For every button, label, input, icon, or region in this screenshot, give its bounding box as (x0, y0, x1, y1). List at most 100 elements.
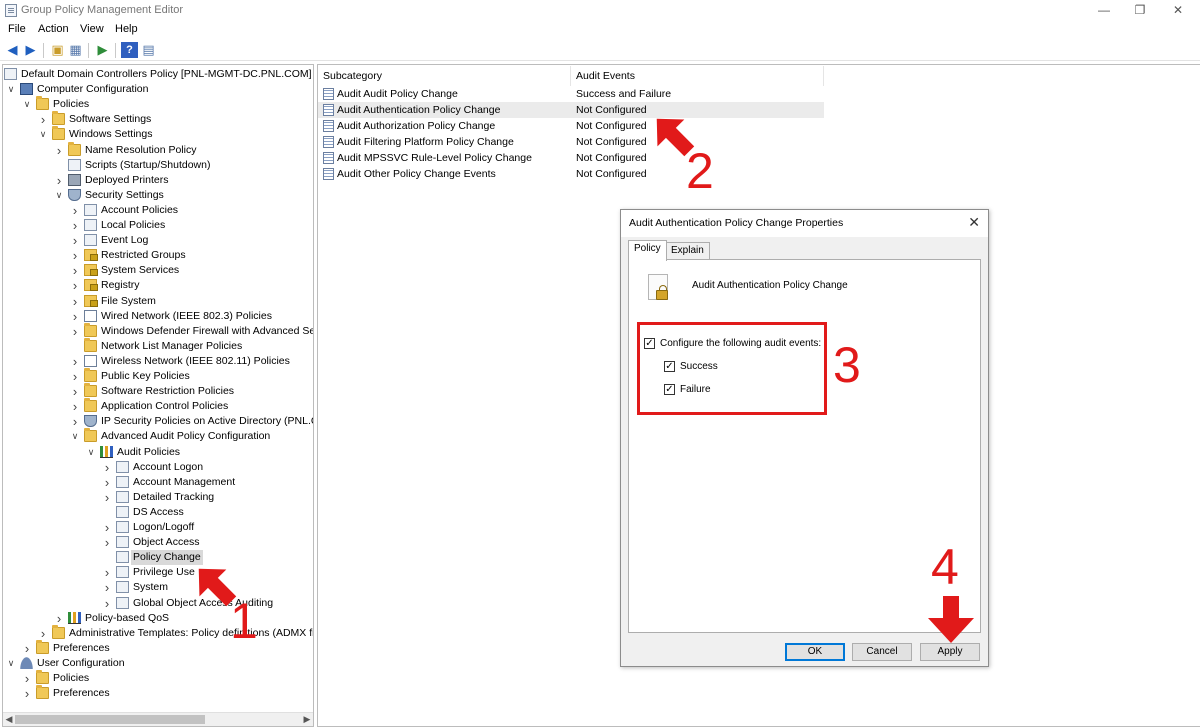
chevron-right-icon[interactable]: › (70, 399, 80, 414)
menu-help[interactable]: Help (115, 23, 138, 35)
tree-item[interactable]: › Event Log (3, 233, 313, 248)
chevron-right-icon[interactable]: › (102, 520, 112, 535)
table-row[interactable]: Audit Audit Policy Change Success and Fai… (318, 86, 824, 102)
cancel-button[interactable]: Cancel (852, 643, 912, 661)
chevron-down-icon[interactable]: ∨ (70, 429, 80, 444)
tree-item[interactable]: ∨ Policies (3, 96, 313, 112)
tree-item[interactable]: ∨ Security Settings (3, 188, 313, 203)
tree-item[interactable]: › Global Object Access Auditing (3, 596, 313, 611)
chevron-right-icon[interactable]: › (70, 294, 80, 309)
tree-item[interactable]: › Logon/Logoff (3, 520, 313, 535)
chevron-right-icon[interactable]: › (70, 278, 80, 293)
scroll-right-icon[interactable]: ▶ (301, 713, 313, 726)
forward-arrow-icon[interactable]: ▶ (22, 42, 39, 58)
tree-item[interactable]: › Policies (3, 670, 313, 686)
tree-item[interactable]: DS Access (3, 505, 313, 520)
tree-item[interactable]: Policy Change (3, 550, 313, 566)
table-row[interactable]: Audit Authorization Policy Change Not Con… (318, 118, 824, 134)
tree-item[interactable]: › Detailed Tracking (3, 490, 313, 505)
tree-item[interactable]: › Account Management (3, 475, 313, 490)
help-icon[interactable]: ? (121, 42, 138, 58)
tree-item[interactable]: › Windows Defender Firewall with Advanced… (3, 322, 313, 339)
chevron-right-icon[interactable]: › (70, 384, 80, 399)
chevron-right-icon[interactable]: › (54, 173, 64, 188)
chevron-right-icon[interactable]: › (22, 686, 32, 701)
chevron-right-icon[interactable]: › (70, 324, 80, 339)
up-folder-icon[interactable]: ▣ (49, 42, 66, 58)
tree-item[interactable]: › Object Access (3, 535, 313, 550)
chevron-right-icon[interactable]: › (70, 309, 80, 324)
chevron-down-icon[interactable]: ∨ (6, 656, 16, 671)
scrollbar-thumb[interactable] (15, 715, 205, 724)
tree-item[interactable]: › Deployed Printers (3, 173, 313, 188)
chevron-right-icon[interactable]: › (38, 626, 48, 641)
back-arrow-icon[interactable]: ◀ (4, 42, 21, 58)
tree-item[interactable]: Scripts (Startup/Shutdown) (3, 158, 313, 173)
chevron-right-icon[interactable]: › (70, 369, 80, 384)
properties-icon[interactable]: ▤ (140, 42, 157, 58)
chevron-right-icon[interactable]: › (70, 354, 80, 369)
tree-item[interactable]: › Account Logon (3, 460, 313, 475)
tree-item[interactable]: › Name Resolution Policy (3, 141, 313, 158)
tree-item[interactable]: › IP Security Policies on Active Director… (3, 414, 313, 429)
tree-item[interactable]: ∨ Windows Settings (3, 126, 313, 142)
chevron-right-icon[interactable]: › (102, 535, 112, 550)
chevron-right-icon[interactable]: › (70, 203, 80, 218)
menu-action[interactable]: Action (38, 23, 69, 35)
tree-item[interactable]: ∨ User Configuration (3, 656, 313, 671)
tab-explain[interactable]: Explain (665, 242, 710, 260)
chevron-right-icon[interactable]: › (102, 596, 112, 611)
tree-item[interactable]: › Software Restriction Policies (3, 383, 313, 399)
tree-item[interactable]: › System Services (3, 263, 313, 278)
chevron-down-icon[interactable]: ∨ (54, 188, 64, 203)
chevron-down-icon[interactable]: ∨ (6, 82, 16, 97)
apply-button[interactable]: Apply (920, 643, 980, 661)
tree-item[interactable]: › Wireless Network (IEEE 802.11) Policies (3, 354, 313, 369)
chevron-right-icon[interactable]: › (54, 611, 64, 626)
tree-item[interactable]: Network List Manager Policies (3, 337, 313, 354)
tree-item[interactable]: › Application Control Policies (3, 398, 313, 414)
chevron-right-icon[interactable]: › (38, 112, 48, 127)
table-row[interactable]: Audit MPSSVC Rule-Level Policy Change Not… (318, 150, 824, 166)
tree-item[interactable]: › System (3, 580, 313, 595)
show-hide-tree-icon[interactable]: ▦ (67, 42, 84, 58)
tree-item[interactable]: › Privilege Use (3, 565, 313, 580)
chevron-down-icon[interactable]: ∨ (22, 97, 32, 112)
table-row[interactable]: Audit Filtering Platform Policy Change No… (318, 134, 824, 150)
tree-item[interactable]: ∨ Audit Policies (3, 445, 313, 460)
tree-item[interactable]: › Preferences (3, 639, 313, 656)
tree-horizontal-scrollbar[interactable]: ◀ ▶ (3, 712, 313, 726)
column-header-subcategory[interactable]: Subcategory (318, 66, 571, 86)
menu-file[interactable]: File (8, 23, 26, 35)
tree-item[interactable]: Default Domain Controllers Policy [PNL-M… (3, 67, 313, 82)
chevron-down-icon[interactable]: ∨ (86, 445, 96, 460)
tree-item[interactable]: › File System (3, 294, 313, 309)
tree-item[interactable]: ∨ Advanced Audit Policy Configuration (3, 428, 313, 444)
tree-item[interactable]: › Registry (3, 278, 313, 293)
tree-item[interactable]: › Account Policies (3, 203, 313, 218)
chevron-right-icon[interactable]: › (70, 414, 80, 429)
tree-item[interactable]: › Public Key Policies (3, 368, 313, 384)
tree-item[interactable]: › Software Settings (3, 111, 313, 127)
tree-item[interactable]: ∨ Computer Configuration (3, 82, 313, 97)
tree-item[interactable]: › Wired Network (IEEE 802.3) Policies (3, 309, 313, 324)
tree-item[interactable]: › Administrative Templates: Policy defini… (3, 624, 313, 641)
dialog-close-icon[interactable]: ✕ (968, 214, 980, 231)
table-row[interactable]: Audit Other Policy Change Events Not Conf… (318, 166, 824, 182)
chevron-right-icon[interactable]: › (54, 143, 64, 158)
tree-item[interactable]: › Preferences (3, 685, 313, 701)
chevron-right-icon[interactable]: › (102, 565, 112, 580)
menu-view[interactable]: View (80, 23, 104, 35)
chevron-right-icon[interactable]: › (22, 641, 32, 656)
chevron-right-icon[interactable]: › (70, 233, 80, 248)
export-list-icon[interactable]: ▶ (94, 42, 111, 58)
close-button[interactable]: ✕ (1155, 0, 1200, 21)
table-row[interactable]: Audit Authentication Policy Change Not Co… (318, 102, 824, 118)
chevron-right-icon[interactable]: › (102, 475, 112, 490)
tree-item[interactable]: › Local Policies (3, 218, 313, 233)
chevron-right-icon[interactable]: › (70, 218, 80, 233)
ok-button[interactable]: OK (785, 643, 845, 661)
chevron-down-icon[interactable]: ∨ (38, 127, 48, 142)
tab-policy[interactable]: Policy (628, 240, 667, 261)
chevron-right-icon[interactable]: › (22, 671, 32, 686)
